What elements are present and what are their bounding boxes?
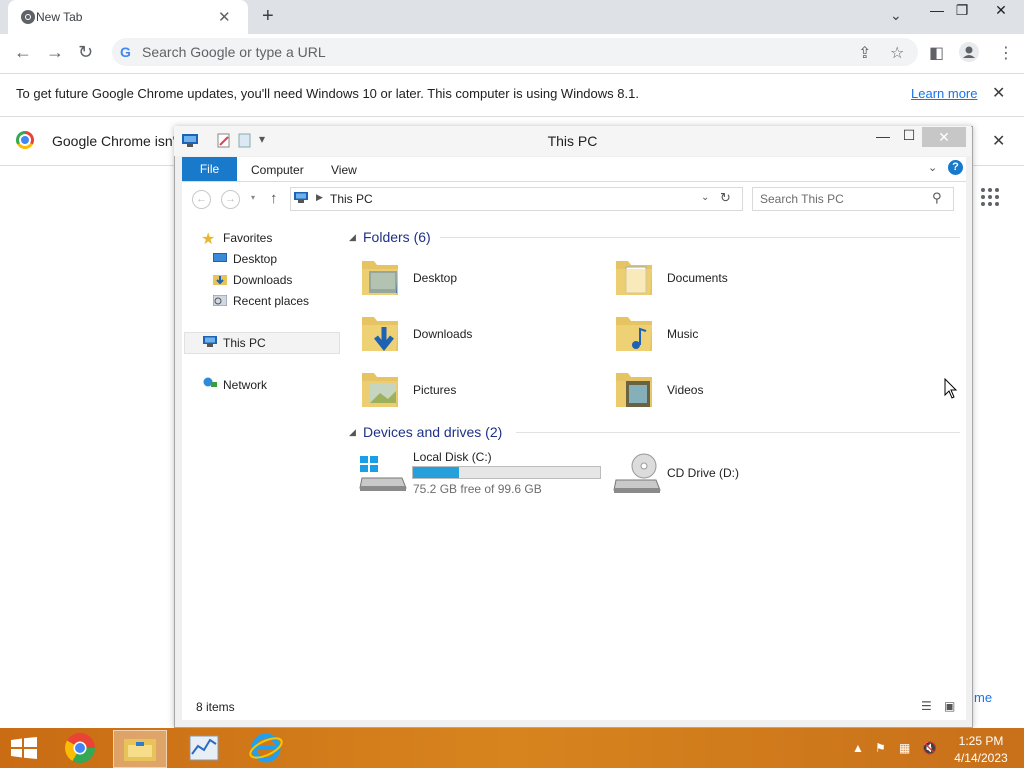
favorites-star-icon: ★ [201, 231, 216, 248]
chrome-close-button[interactable]: ✕ [986, 2, 1016, 19]
default-browser-close-icon[interactable]: ✕ [992, 131, 1005, 151]
local-disk-icon[interactable] [358, 452, 408, 494]
folders-collapse-icon[interactable]: ◢ [349, 232, 356, 243]
folder-music[interactable]: Music [667, 327, 698, 341]
customize-chrome-link[interactable]: me [974, 690, 992, 705]
network-icon [203, 377, 217, 387]
downloads-folder-icon[interactable] [360, 311, 400, 353]
mouse-cursor-icon [944, 378, 958, 399]
google-apps-icon[interactable] [981, 188, 999, 206]
action-center-flag-icon[interactable]: ⚑ [875, 741, 886, 755]
downloads-mini-icon [213, 275, 227, 285]
profile-avatar-icon[interactable] [959, 42, 979, 62]
nav-desktop[interactable]: Desktop [233, 252, 277, 266]
omnibox-placeholder[interactable]: Search Google or type a URL [142, 44, 326, 60]
address-dropdown-icon[interactable]: ⌄ [701, 192, 709, 203]
explorer-maximize-button[interactable]: ☐ [902, 127, 916, 144]
folders-divider [440, 237, 960, 238]
explorer-forward-icon[interactable]: → [221, 190, 240, 209]
drive-c-usage-bar [412, 466, 601, 479]
devices-collapse-icon[interactable]: ◢ [349, 427, 356, 438]
recent-places-mini-icon [213, 295, 227, 306]
music-folder-icon[interactable] [614, 311, 654, 353]
ribbon-expand-chevron-icon[interactable]: ⌄ [928, 161, 937, 174]
devices-divider [516, 432, 960, 433]
tab-search-chevron-icon[interactable]: ⌄ [890, 7, 902, 24]
nav-network[interactable]: Network [223, 378, 267, 392]
folder-documents[interactable]: Documents [667, 271, 728, 285]
explorer-title: This PC [547, 133, 598, 149]
up-arrow-icon[interactable]: ↑ [270, 190, 278, 207]
drive-d-name[interactable]: CD Drive (D:) [667, 466, 739, 480]
learn-more-link[interactable]: Learn more [911, 86, 977, 101]
reload-icon[interactable]: ↻ [78, 42, 93, 63]
network-tray-icon[interactable]: ▦ [899, 741, 910, 755]
explorer-content [182, 216, 966, 692]
tab-close-icon[interactable]: ✕ [218, 8, 231, 26]
ribbon-tab-computer[interactable]: Computer [251, 163, 304, 177]
devices-header[interactable]: Devices and drives (2) [363, 424, 502, 440]
clock-time[interactable]: 1:25 PM [956, 734, 1006, 748]
folder-pictures[interactable]: Pictures [413, 383, 456, 397]
documents-folder-icon[interactable] [614, 255, 654, 297]
drive-c-free-space: 75.2 GB free of 99.6 GB [413, 482, 542, 496]
side-panel-icon[interactable]: ◧ [929, 43, 944, 63]
google-g-icon: G [120, 44, 131, 60]
cd-drive-icon[interactable] [612, 452, 662, 496]
bookmark-star-icon[interactable]: ☆ [890, 43, 904, 63]
default-browser-message: Google Chrome isn't [52, 133, 180, 149]
chrome-tab-icon [21, 10, 35, 24]
forward-arrow-icon[interactable]: → [46, 42, 64, 63]
chrome-logo-icon [16, 131, 34, 149]
nav-recent-places[interactable]: Recent places [233, 294, 309, 308]
explorer-back-icon[interactable]: ← [192, 190, 211, 209]
chrome-restore-button[interactable]: ❐ [947, 2, 977, 19]
folder-downloads[interactable]: Downloads [413, 327, 472, 341]
infobar-close-icon[interactable]: ✕ [992, 83, 1005, 103]
address-location[interactable]: This PC [330, 192, 373, 206]
start-windows-icon[interactable] [10, 737, 38, 759]
clock-date[interactable]: 4/14/2023 [950, 751, 1012, 765]
tab-title: New Tab [36, 10, 83, 24]
chrome-menu-icon[interactable]: ⋮ [998, 43, 1014, 63]
folder-videos[interactable]: Videos [667, 383, 703, 397]
this-pc-nav-icon [203, 336, 217, 347]
search-placeholder[interactable]: Search This PC [760, 192, 844, 206]
explorer-close-button[interactable]: ✕ [922, 127, 966, 147]
new-tab-button[interactable]: + [262, 5, 274, 28]
details-view-icon[interactable]: ☰ [921, 699, 932, 713]
videos-folder-icon[interactable] [614, 367, 654, 409]
nav-this-pc[interactable]: This PC [223, 336, 266, 350]
drive-c-usage-fill [413, 467, 459, 478]
recent-locations-icon[interactable]: ▾ [251, 193, 255, 202]
nav-favorites[interactable]: Favorites [223, 231, 272, 245]
desktop-folder-icon[interactable] [360, 255, 400, 297]
explorer-minimize-button[interactable]: — [876, 128, 890, 144]
taskbar-internet-explorer[interactable] [240, 730, 292, 766]
search-icon[interactable]: ⚲ [932, 190, 942, 206]
share-icon[interactable]: ⇪ [858, 43, 871, 63]
item-count: 8 items [196, 700, 235, 714]
address-pc-icon [294, 192, 308, 203]
status-bar [182, 692, 966, 720]
volume-muted-icon[interactable]: 🔇 [922, 741, 937, 755]
folder-desktop[interactable]: Desktop [413, 271, 457, 285]
help-icon[interactable]: ? [948, 160, 963, 175]
taskbar-performance-monitor[interactable] [178, 730, 230, 766]
taskbar-file-explorer[interactable] [113, 730, 167, 768]
large-icons-view-icon[interactable]: ▣ [944, 699, 955, 713]
desktop-mini-icon [213, 253, 227, 262]
nav-downloads[interactable]: Downloads [233, 273, 292, 287]
taskbar-chrome[interactable] [54, 730, 106, 766]
folders-header[interactable]: Folders (6) [363, 229, 431, 245]
refresh-icon[interactable]: ↻ [720, 190, 731, 206]
drive-c-name[interactable]: Local Disk (C:) [413, 450, 492, 464]
ribbon-tab-view[interactable]: View [331, 163, 357, 177]
show-hidden-icons-icon[interactable]: ▲ [852, 741, 864, 755]
infobar-message: To get future Google Chrome updates, you… [16, 86, 639, 101]
pictures-folder-icon[interactable] [360, 367, 400, 409]
ribbon-tab-file[interactable]: File [182, 157, 237, 181]
back-arrow-icon[interactable]: ← [14, 42, 32, 63]
address-separator-icon[interactable]: ▶ [316, 192, 323, 203]
